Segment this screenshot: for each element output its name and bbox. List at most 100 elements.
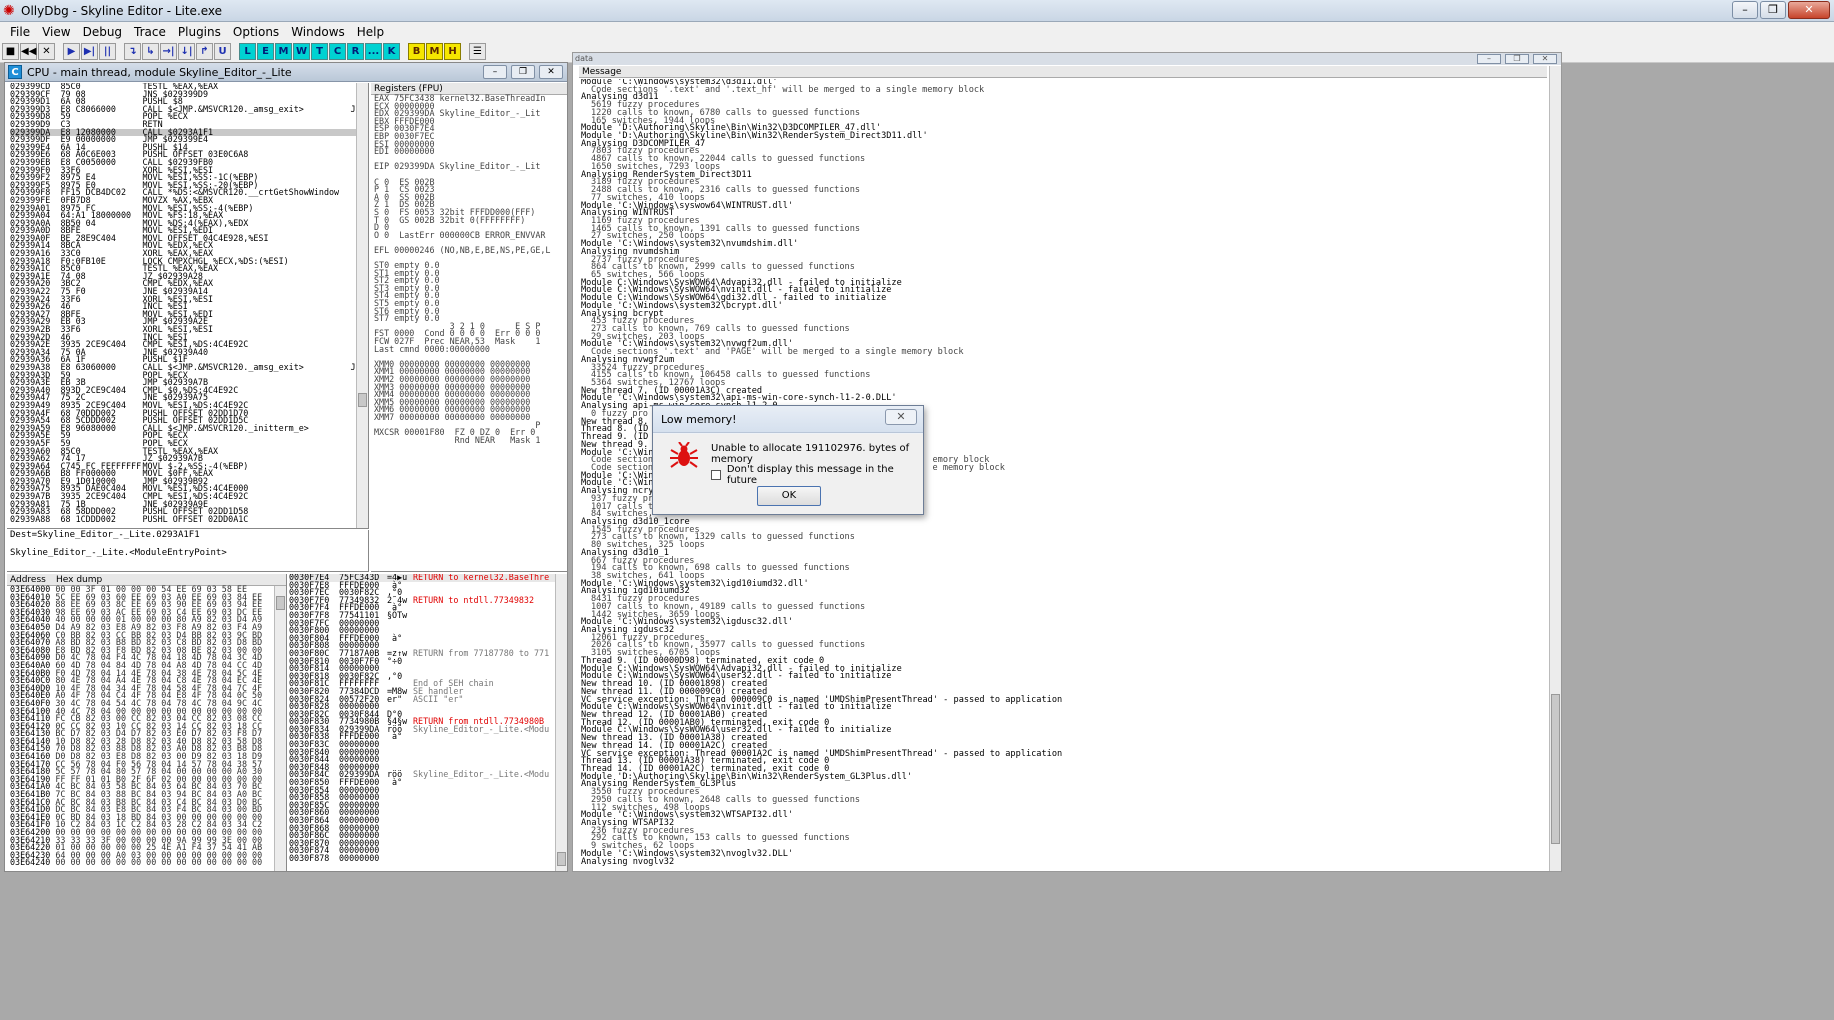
menu-debug[interactable]: Debug	[77, 25, 128, 39]
stack-row[interactable]: 0030F868 00000000	[289, 824, 567, 833]
stack-row[interactable]: 0030F854 00000000	[289, 786, 567, 795]
checkbox-box[interactable]	[711, 470, 721, 480]
log-line[interactable]: 1007 calls to known, 49189 calls to gues…	[581, 603, 1545, 612]
log-line[interactable]: Code sections '.text' and '.text_hf' wil…	[581, 86, 1545, 95]
stack-pane[interactable]: 0030F7E4 75FC343D =4▶u RETURN to kernel32.B…	[289, 574, 567, 871]
menu-options[interactable]: Options	[227, 25, 285, 39]
stack-row[interactable]: 0030F864 00000000	[289, 816, 567, 825]
stack-row[interactable]: 0030F7F0 77349832 2˜4w RETURN to ntdll.7734…	[289, 596, 567, 605]
log-line[interactable]: Code sections '.text' and 'PAGE' will be…	[581, 348, 1545, 357]
log-line[interactable]: Module 'C:\Windows\system32\nvoglv32.DLL…	[581, 850, 1545, 859]
log-line[interactable]: Module 'C:\Windows\system32\nvumdshim.dl…	[581, 240, 1545, 249]
trace-into-icon[interactable]: →|	[160, 43, 177, 60]
log-line[interactable]: Module 'C:\Windows\system32\igdusc32.dll…	[581, 618, 1545, 627]
stack-row[interactable]: 0030F800 00000000	[289, 626, 567, 635]
list-icon[interactable]: ☰	[469, 43, 486, 60]
log-line[interactable]: 2026 calls to known, 35977 calls to gues…	[581, 641, 1545, 650]
log-line[interactable]: Analysing bcrypt	[581, 309, 1545, 319]
stack-row[interactable]: 0030F844 00000000	[289, 755, 567, 764]
register-row[interactable]: Rnd NEAR Mask 1	[374, 436, 567, 445]
log-line[interactable]: Module 'D:\Authoring\Skyline\Bin\Win32\R…	[581, 132, 1545, 141]
menu-file[interactable]: File	[4, 25, 36, 39]
log-line[interactable]: 2950 calls to known, 2648 calls to guess…	[581, 796, 1545, 805]
stack-row[interactable]: 0030F83C 00000000	[289, 740, 567, 749]
minimize-button[interactable]: –	[1732, 1, 1758, 19]
log-line[interactable]: Module 'C:\Windows\syswow64\WINTRUST.dll…	[581, 201, 1545, 211]
log-scroll-thumb[interactable]	[1551, 694, 1560, 844]
log-line[interactable]: 1220 calls to known, 6780 calls to guess…	[581, 109, 1545, 118]
log-line[interactable]: 80 switches, 325 loops	[581, 541, 1545, 550]
log-line[interactable]: Analysing D3DCOMPILER_47	[581, 140, 1545, 149]
log-minimize-button[interactable]: –	[1477, 54, 1501, 64]
log-line[interactable]: Analysing d3d11	[581, 93, 1545, 102]
memory-breakpoints-button[interactable]: M	[426, 43, 443, 60]
register-row[interactable]: EDI 00000000	[374, 147, 567, 156]
stack-row[interactable]: 0030F7F8 77541101 §ÔTw	[289, 611, 567, 620]
run-icon[interactable]: ▶	[63, 43, 80, 60]
log-maximize-button[interactable]: ❐	[1505, 54, 1529, 64]
log-line[interactable]: Analysing nvumdshim	[581, 248, 1545, 257]
log-line[interactable]: 4155 calls to known, 106458 calls to gue…	[581, 371, 1545, 380]
stack-row[interactable]: 0030F804 FFFDE000 à°	[289, 634, 567, 643]
stack-row[interactable]: 0030F834 029399DA röö Skyline_Editor_-_Lite…	[289, 725, 567, 734]
memory-window-button[interactable]: M	[275, 43, 292, 60]
registers-pane[interactable]: Registers (FPU) EAX 75FC3438 kernel32.Ba…	[371, 83, 567, 572]
stack-row[interactable]: 0030F858 00000000	[289, 793, 567, 802]
stack-row[interactable]: 0030F810 0030F7F0 °÷0	[289, 657, 567, 666]
stack-row[interactable]: 0030F7FC 00000000	[289, 619, 567, 628]
stack-row[interactable]: 0030F824 00572F20 er" ASCII "er"	[289, 694, 567, 704]
log-line[interactable]: Analysing igd10iumd32	[581, 587, 1545, 596]
log-line[interactable]: Module 'C:\Windows\system32\WTSAPI32.dll…	[581, 811, 1545, 820]
cpu-minimize-button[interactable]: –	[483, 65, 507, 79]
trace-over-icon[interactable]: ↓|	[178, 43, 195, 60]
menu-trace[interactable]: Trace	[128, 25, 172, 39]
step-into-icon[interactable]: ↴	[124, 43, 141, 60]
stack-row[interactable]: 0030F838 FFFDE000 à°	[289, 732, 567, 741]
register-row[interactable]: T 0 GS 002B 32bit 0(FFFFFFFF)	[374, 216, 567, 225]
log-line[interactable]: 864 calls to known, 2999 calls to guesse…	[581, 263, 1545, 272]
stack-row[interactable]: 0030F86C 00000000	[289, 831, 567, 840]
log-line[interactable]: Module 'C:\Windows\system32\bcrypt.dll'	[581, 302, 1545, 311]
dump-row[interactable]: 03E64240 00 00 00 00 00 00 00 00 00 00 0…	[10, 858, 286, 867]
stack-row[interactable]: 0030F7E4 75FC343D =4▶u RETURN to kernel32.B…	[289, 574, 567, 582]
close-program-icon[interactable]: ✕	[38, 43, 55, 60]
log-line[interactable]: Analysing WTSAPI32	[581, 819, 1545, 828]
breakpoints-button[interactable]: B	[408, 43, 425, 60]
stack-row[interactable]: 0030F7F4 FFFDE000 à°	[289, 603, 567, 612]
disasm-row[interactable]: 02939A88 68 1CDDD002 PUSHL OFFSET 02DD0A1…	[10, 515, 368, 524]
dump-scrollbar[interactable]	[274, 586, 286, 871]
ok-button[interactable]: OK	[757, 486, 821, 506]
stack-row[interactable]: 0030F85C 00000000	[289, 801, 567, 810]
cpu-maximize-button[interactable]: ❐	[511, 65, 535, 79]
log-line[interactable]: Analysing d3d10_1	[581, 549, 1545, 558]
references-window-button[interactable]: R	[347, 43, 364, 60]
log-line[interactable]: 1465 calls to known, 1391 calls to guess…	[581, 225, 1545, 234]
dialog-close-button[interactable]: ✕	[885, 409, 917, 425]
log-line[interactable]: 292 calls to known, 153 calls to guessed…	[581, 834, 1545, 843]
log-line[interactable]: Analysing RenderSystem_GL3Plus	[581, 780, 1545, 789]
log-close-button[interactable]: ✕	[1533, 54, 1557, 64]
log-line[interactable]: Analysing igdusc32	[581, 626, 1545, 635]
run-trace-button[interactable]: ...	[365, 43, 382, 60]
execute-till-user-code-icon[interactable]: U	[214, 43, 231, 60]
windows-window-button[interactable]: W	[293, 43, 310, 60]
disassembly-scrollbar[interactable]	[356, 83, 368, 528]
log-line[interactable]: Module 'C:\Windows\system32\igd10iumd32.…	[581, 580, 1545, 589]
log-scrollbar[interactable]	[1549, 66, 1561, 871]
log-line[interactable]: 194 calls to known, 698 calls to guessed…	[581, 564, 1545, 573]
restart-icon[interactable]: ◀◀	[20, 43, 37, 60]
run-thread-icon[interactable]: ▶|	[81, 43, 98, 60]
cpu-window-button[interactable]: C	[329, 43, 346, 60]
log-line[interactable]: Analysing nvoglv32	[581, 857, 1545, 867]
stack-row[interactable]: 0030F840 00000000	[289, 748, 567, 757]
disassembly-pane[interactable]: 029399CD 85C0 TESTL %EAX,%EAX 029399CF 79 …	[7, 83, 369, 529]
menu-windows[interactable]: Windows	[285, 25, 351, 39]
log-line[interactable]: Analysing WINTRUST	[581, 209, 1545, 218]
stack-row[interactable]: 0030F860 00000000	[289, 808, 567, 817]
register-row[interactable]: O 0 LastErr 000000CB ERROR_ENVVAR	[374, 231, 567, 240]
log-line[interactable]: Analysing RenderSystem_Direct3D11	[581, 170, 1545, 180]
pause-icon[interactable]: ||	[99, 43, 116, 60]
dont-display-checkbox[interactable]: Don't display this message in the future	[711, 464, 923, 486]
menu-plugins[interactable]: Plugins	[172, 25, 227, 39]
close-button[interactable]: ✕	[1788, 1, 1830, 19]
